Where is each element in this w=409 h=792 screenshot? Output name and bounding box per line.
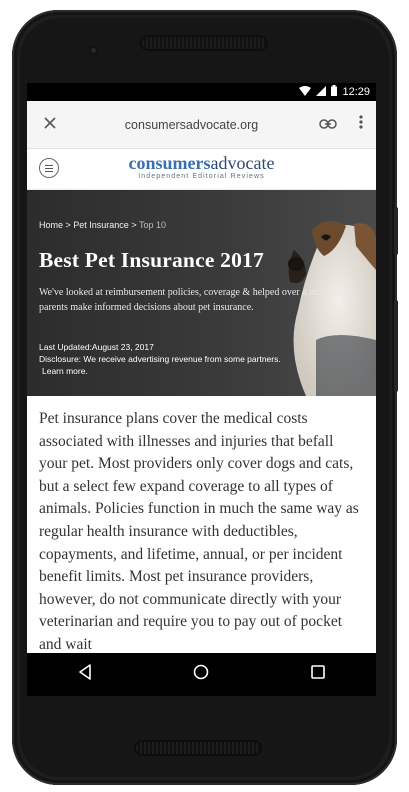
home-button[interactable] [171,660,231,690]
phone-screen: 12:29 consumersadvocate.org consumersadv… [27,83,376,694]
site-logo[interactable]: consumersadvocate Independent Editorial … [27,154,376,180]
breadcrumb-separator: > [63,220,74,230]
back-triangle-icon [78,664,92,685]
disclosure-text: Disclosure: We receive advertising reven… [39,354,281,364]
android-nav-bar [27,653,376,696]
page-title: Best Pet Insurance 2017 [39,248,264,272]
signal-icon [316,85,327,99]
breadcrumb-separator: > [128,220,139,230]
status-bar: 12:29 [27,83,376,101]
copy-link-button[interactable] [310,116,346,134]
top-speaker [140,35,268,51]
status-time: 12:29 [342,86,370,98]
close-button[interactable] [27,101,73,148]
back-button[interactable] [55,660,115,690]
browser-toolbar: consumersadvocate.org [27,101,376,149]
power-button [394,207,398,255]
learn-more-link[interactable]: Learn more. [39,365,339,377]
logo-wordmark: consumersadvocate [128,153,275,173]
close-icon [44,116,56,134]
recents-button[interactable] [288,660,348,690]
more-vert-icon [359,115,363,134]
overflow-menu-button[interactable] [346,115,376,134]
bottom-speaker [134,740,262,756]
last-updated: Last Updated:August 23, 2017 [39,342,154,352]
article-body: Pet insurance plans cover the medical co… [39,410,359,653]
url-display[interactable]: consumersadvocate.org [73,118,310,132]
battery-icon [331,85,338,99]
breadcrumb-home[interactable]: Home [39,220,63,230]
volume-button [394,300,398,392]
recents-square-icon [311,665,325,684]
breadcrumb: Home > Pet Insurance > Top 10 [39,220,166,230]
disclosure: Disclosure: We receive advertising reven… [39,353,339,377]
link-icon [319,116,337,134]
front-camera [89,46,98,55]
wifi-icon [299,85,312,99]
home-circle-icon [193,664,209,685]
hero-description: We've looked at reimbursement policies, … [39,287,353,313]
logo-tagline: Independent Editorial Reviews [138,173,265,180]
breadcrumb-current: Top 10 [138,220,166,230]
site-header: consumersadvocate Independent Editorial … [27,149,376,190]
breadcrumb-pet-insurance[interactable]: Pet Insurance [73,220,129,230]
hero-banner: Home > Pet Insurance > Top 10 Best Pet I… [27,190,376,396]
